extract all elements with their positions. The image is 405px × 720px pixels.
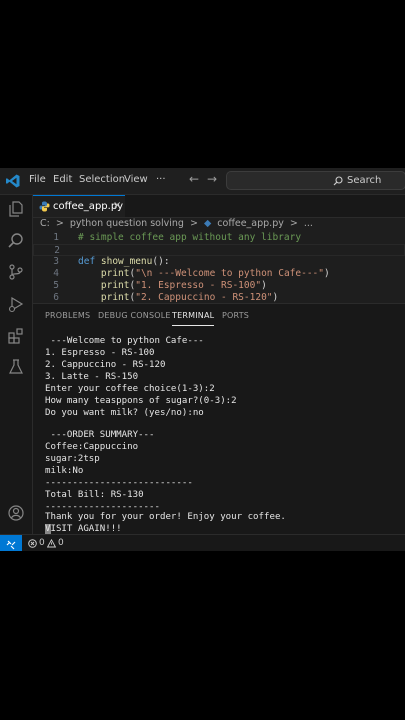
terminal-line: ---Welcome to python Cafe--- [45, 336, 204, 346]
remote-indicator[interactable] [0, 535, 22, 551]
terminal-line: Do you want milk? (yes/no):no [45, 408, 204, 418]
breadcrumb-separator: > [189, 218, 198, 229]
panel-tab-terminal[interactable]: TERMINAL [172, 311, 215, 326]
breadcrumb: C: > python question solving > ◆ coffee_… [40, 218, 316, 232]
panel-tab-ports[interactable]: PORTS [222, 311, 249, 320]
forward-arrow-icon[interactable]: → [207, 172, 217, 186]
terminal-line: Thank you for your order! Enjoy your cof… [45, 512, 286, 522]
terminal-line: Enter your coffee choice(1-3):2 [45, 384, 215, 394]
line-number: 2 [54, 245, 60, 256]
warning-icon[interactable] [47, 539, 56, 548]
back-arrow-icon[interactable]: ← [189, 172, 199, 186]
run-debug-icon[interactable] [7, 295, 25, 313]
terminal-line: 3. Latte - RS-150 [45, 372, 139, 382]
error-count[interactable]: 0 [39, 538, 45, 548]
code-line[interactable]: 6 print("2. Cappuccino - RS-120") [33, 292, 405, 302]
terminal-line: --------------------------- [45, 478, 193, 488]
line-number: 5 [53, 280, 59, 291]
terminal-output[interactable]: ---Welcome to python Cafe--- 1. Espresso … [45, 336, 405, 546]
breadcrumb-separator: > [289, 218, 298, 229]
line-number: 1 [53, 232, 59, 243]
code-editor[interactable]: 1 # simple coffee app without any library… [33, 232, 405, 302]
code-text: # simple coffee app without any library [78, 232, 302, 243]
warning-count[interactable]: 0 [58, 538, 64, 548]
menu-edit[interactable]: Edit [53, 174, 72, 185]
code-line[interactable]: 4 print("\n ---Welcome to python Cafe---… [33, 268, 405, 280]
vscode-logo-icon [6, 174, 20, 188]
tab-coffee-app[interactable]: coffee_app.py × [33, 195, 125, 217]
tab-close-icon[interactable]: × [113, 200, 121, 211]
terminal-line: Total Bill: RS-130 [45, 490, 144, 500]
search-icon [333, 176, 343, 186]
line-number: 4 [53, 268, 59, 279]
status-bar: 0 0 [0, 534, 405, 551]
code-text: def show_menu(): [78, 256, 170, 267]
code-line[interactable]: 3 def show_menu(): [33, 256, 405, 268]
terminal-line: Coffee:Cappuccino [45, 442, 139, 452]
code-text: print("2. Cappuccino - RS-120") [100, 292, 279, 302]
error-icon[interactable] [28, 539, 37, 548]
code-text: print("\n ---Welcome to python Cafe---") [100, 268, 330, 279]
account-icon[interactable] [7, 504, 25, 522]
breadcrumb-separator: > [55, 218, 64, 229]
menu-selection[interactable]: Selection [79, 174, 125, 185]
explorer-icon[interactable] [7, 200, 25, 218]
line-number: 3 [53, 256, 59, 267]
terminal-line: 1. Espresso - RS-100 [45, 348, 155, 358]
panel-tab-problems[interactable]: PROBLEMS [45, 311, 90, 320]
line-number: 6 [53, 292, 59, 302]
menu-view[interactable]: View [124, 174, 148, 185]
remote-icon [6, 540, 16, 550]
source-control-icon[interactable] [7, 263, 25, 281]
python-file-icon: ◆ [203, 218, 212, 229]
terminal-line: How many teasppons of sugar?(0-3):2 [45, 396, 237, 406]
breadcrumb-file[interactable]: coffee_app.py [217, 218, 284, 229]
terminal-line: sugar:2tsp [45, 454, 100, 464]
search-label: Search [347, 175, 382, 186]
extensions-icon[interactable] [7, 327, 25, 345]
python-file-icon [39, 201, 50, 212]
menu-more[interactable]: ··· [156, 174, 166, 185]
terminal-line: 2. Cappuccino - RS-120 [45, 360, 166, 370]
breadcrumb-drive[interactable]: C: [40, 218, 50, 229]
editor-tab-bar: coffee_app.py × [33, 195, 405, 218]
title-bar: File Edit Selection View ··· ← → Search [0, 168, 405, 195]
activity-bar [0, 195, 33, 551]
code-line[interactable]: 1 # simple coffee app without any library [33, 232, 405, 244]
code-text: print("1. Espresso - RS-100") [100, 280, 267, 291]
vscode-window: File Edit Selection View ··· ← → Search [0, 168, 405, 551]
command-center-search[interactable]: Search [226, 171, 405, 190]
testing-icon[interactable] [7, 358, 25, 376]
code-line[interactable]: 5 print("1. Espresso - RS-100") [33, 280, 405, 292]
menu-file[interactable]: File [29, 174, 46, 185]
code-line[interactable]: 2 [33, 244, 405, 256]
search-icon[interactable] [7, 232, 25, 250]
panel-tab-debug-console[interactable]: DEBUG CONSOLE [98, 311, 171, 320]
bottom-panel: PROBLEMS DEBUG CONSOLE TERMINAL PORTS --… [33, 303, 405, 544]
terminal-line: ---ORDER SUMMARY--- [45, 430, 155, 440]
breadcrumb-folder[interactable]: python question solving [70, 218, 184, 229]
breadcrumb-symbol[interactable]: ... [304, 218, 313, 229]
terminal-line: milk:No [45, 466, 84, 476]
